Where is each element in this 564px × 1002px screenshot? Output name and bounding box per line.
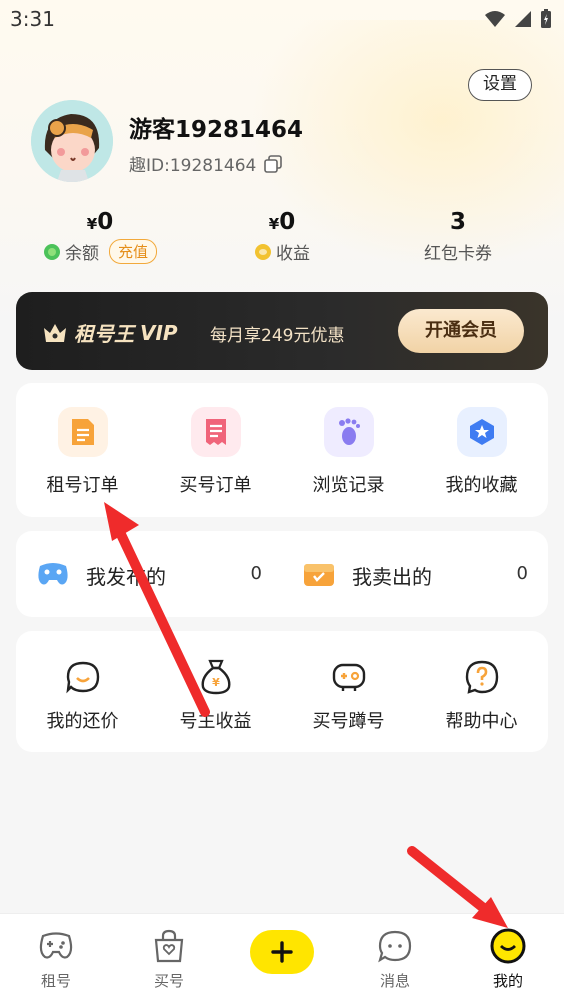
rent-orders-label: 租号订单 [46, 475, 119, 496]
published-item[interactable]: 我发布的 0 [16, 531, 282, 617]
balance-label: 余额 [64, 244, 99, 264]
tab-buy-label: 买号 [153, 972, 184, 990]
coupon-stat[interactable]: 3 红包卡券 [388, 205, 528, 264]
vip-banner[interactable]: 租号王 VIP 每月享249元优惠 开通会员 [16, 292, 548, 370]
tab-rent[interactable]: 租号 [0, 914, 112, 1002]
wifi-icon [485, 11, 505, 27]
owner-earnings-item[interactable]: ¥ 号主收益 [156, 657, 276, 733]
status-bar: 3:31 [0, 0, 564, 40]
earnings-coin-icon [255, 243, 271, 260]
wallet-stats: ¥0 余额 充值 ¥0 收益 3 红包卡券 [30, 205, 534, 275]
order-doc-icon [57, 407, 108, 457]
coupon-value: 3 [449, 209, 466, 235]
my-bargain-item[interactable]: 我的还价 [23, 657, 143, 733]
money-bag-icon: ¥ [196, 657, 236, 697]
favorites-label: 我的收藏 [445, 475, 518, 496]
browse-history-item[interactable]: 浏览记录 [289, 407, 409, 497]
help-icon [462, 657, 502, 697]
tools-card: 我的还价 ¥ 号主收益 买号蹲号 帮助中心 [16, 631, 548, 752]
battery-icon [541, 9, 551, 28]
tab-messages-label: 消息 [379, 972, 410, 990]
vip-brand-tag: VIP [140, 320, 178, 345]
shopping-bag-icon [154, 929, 184, 963]
message-icon [378, 930, 412, 963]
gamepad-icon [38, 563, 68, 585]
vip-offer: 每月享249元优惠 [210, 326, 345, 346]
username: 游客19281464 [129, 117, 304, 143]
watch-account-label: 买号蹲号 [312, 711, 385, 732]
balance-coin-icon [43, 243, 60, 260]
gamepad-tab-icon [39, 932, 73, 959]
tab-buy[interactable]: 买号 [113, 914, 225, 1002]
my-bargain-label: 我的还价 [46, 711, 119, 732]
footprint-icon [323, 407, 374, 457]
browse-history-label: 浏览记录 [312, 475, 385, 496]
me-smile-icon [490, 928, 526, 964]
owner-earnings-label: 号主收益 [179, 711, 252, 732]
user-id: 趣ID:19281464 [129, 151, 283, 176]
plus-icon [271, 941, 293, 963]
help-center-label: 帮助中心 [445, 711, 518, 732]
bottom-tab-bar: 租号 买号 消息 我的 [0, 913, 564, 1002]
recharge-button[interactable]: 充值 [108, 239, 157, 264]
vip-brand: 租号王 VIP [42, 318, 178, 347]
earnings-label: 收益 [276, 244, 310, 264]
tab-rent-label: 租号 [40, 972, 71, 990]
tab-me-label: 我的 [492, 972, 523, 990]
sold-item[interactable]: 我卖出的 0 [282, 531, 548, 617]
earnings-stat[interactable]: ¥0 收益 [212, 205, 352, 264]
earnings-value: 0 [279, 209, 296, 235]
open-vip-button[interactable]: 开通会员 [398, 309, 524, 353]
sold-label: 我卖出的 [352, 565, 432, 589]
crown-icon [44, 323, 66, 342]
tab-publish[interactable] [226, 914, 338, 1002]
rent-orders-item[interactable]: 租号订单 [23, 407, 143, 497]
orders-card: 租号订单 买号订单 浏览记录 我的收藏 [16, 383, 548, 517]
chat-smile-icon [63, 657, 103, 697]
game-controller-icon [329, 657, 369, 697]
watch-account-item[interactable]: 买号蹲号 [289, 657, 409, 733]
signal-icon [515, 11, 531, 27]
published-label: 我发布的 [86, 565, 166, 589]
favorites-item[interactable]: 我的收藏 [422, 407, 542, 497]
balance-value: 0 [97, 209, 114, 235]
help-center-item[interactable]: 帮助中心 [422, 657, 542, 733]
publish-sold-card: 我发布的 0 我卖出的 0 [16, 531, 548, 617]
buy-orders-label: 买号订单 [179, 475, 252, 496]
box-icon [304, 564, 334, 586]
published-count: 0 [250, 563, 262, 584]
balance-stat[interactable]: ¥0 余额 充值 [30, 205, 170, 264]
buy-orders-item[interactable]: 买号订单 [156, 407, 276, 497]
settings-button[interactable]: 设置 [468, 69, 532, 101]
avatar-image [31, 100, 113, 182]
status-icons [484, 9, 552, 29]
earnings-currency: ¥ [268, 215, 280, 233]
copy-icon[interactable] [264, 154, 283, 173]
balance-currency: ¥ [86, 215, 98, 233]
user-id-text: 趣ID:19281464 [129, 156, 257, 176]
receipt-icon [190, 407, 241, 457]
vip-brand-name: 租号王 [74, 322, 134, 346]
tab-me[interactable]: 我的 [452, 914, 564, 1002]
svg-text:¥: ¥ [212, 676, 220, 689]
sold-count: 0 [516, 563, 528, 584]
status-time: 3:31 [10, 7, 55, 31]
avatar[interactable] [31, 100, 113, 182]
coupon-label: 红包卡券 [424, 244, 492, 264]
star-icon [456, 407, 507, 457]
tab-messages[interactable]: 消息 [339, 914, 451, 1002]
plus-button[interactable] [250, 930, 314, 974]
